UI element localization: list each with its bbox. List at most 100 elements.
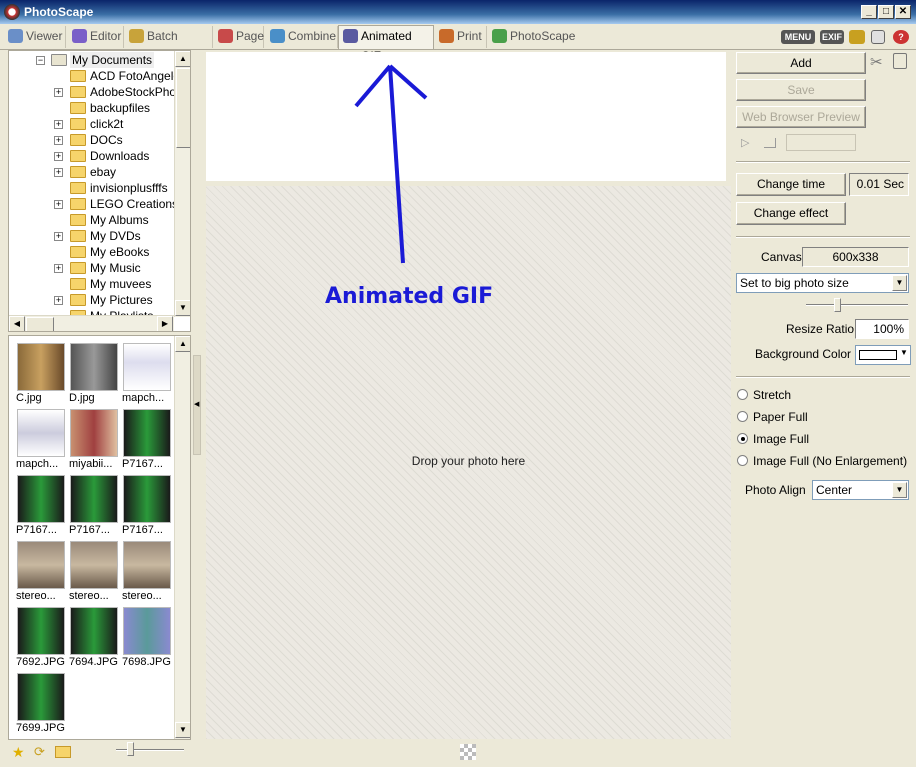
tree-item[interactable]: My eBooks xyxy=(9,244,174,260)
exif-button[interactable]: EXIF xyxy=(820,30,844,44)
thumbnail-image[interactable] xyxy=(17,409,65,457)
scroll-thumb[interactable] xyxy=(176,68,190,148)
maximize-button[interactable]: □ xyxy=(878,5,894,19)
folder-tree[interactable]: − My Documents ACD FotoAngelo + AdobeStock… xyxy=(8,50,191,332)
refresh-icon[interactable]: ⟳ xyxy=(34,744,45,760)
chevron-down-icon[interactable]: ▼ xyxy=(892,482,907,498)
add-button[interactable]: Add xyxy=(736,52,866,74)
expand-icon[interactable]: + xyxy=(54,200,63,209)
tree-root[interactable]: − My Documents xyxy=(9,52,169,68)
tree-item[interactable]: + AdobeStockPho xyxy=(9,84,176,100)
title-bar[interactable]: PhotoScape _ □ ✕ xyxy=(0,0,916,24)
scroll-up-arrow-icon[interactable]: ▲ xyxy=(175,51,190,67)
thumb-size-slider-handle[interactable] xyxy=(127,742,134,756)
thumbnail-image[interactable] xyxy=(123,409,171,457)
trash-icon[interactable] xyxy=(893,53,907,69)
tree-item[interactable]: + click2t xyxy=(9,116,174,132)
expand-icon[interactable]: + xyxy=(54,88,63,97)
copy-icon[interactable] xyxy=(871,30,885,44)
camera-icon[interactable] xyxy=(849,30,865,44)
thumbnail-image[interactable] xyxy=(123,607,171,655)
tab-batch-editor[interactable]: Batch Editor xyxy=(125,26,213,63)
change-effect-button[interactable]: Change effect xyxy=(736,202,846,225)
thumbs-vertical-scrollbar[interactable]: ▲ ▼ xyxy=(174,336,190,739)
resize-ratio-input[interactable]: 100% xyxy=(855,319,909,339)
scissors-icon[interactable]: ✂ xyxy=(870,53,883,71)
thumbnail-image[interactable] xyxy=(70,541,118,589)
tree-horizontal-scrollbar[interactable]: ◀ ▶ xyxy=(9,315,174,331)
tree-item[interactable]: + ebay xyxy=(9,164,174,180)
tree-item[interactable]: + My Pictures xyxy=(9,292,174,308)
panel-splitter[interactable]: ◀ xyxy=(193,355,201,455)
size-mode-select[interactable]: Set to big photo size ▼ xyxy=(736,273,909,293)
change-time-button[interactable]: Change time xyxy=(736,173,846,196)
size-slider[interactable] xyxy=(806,304,908,306)
play-icon[interactable]: ▷ xyxy=(741,136,749,149)
tab-page[interactable]: Page xyxy=(214,26,264,48)
open-folder-icon[interactable] xyxy=(55,746,71,758)
tree-item[interactable]: + My DVDs xyxy=(9,228,174,244)
photo-align-select[interactable]: Center ▼ xyxy=(812,480,909,500)
thumbnail-image[interactable] xyxy=(17,673,65,721)
save-button[interactable]: Save xyxy=(736,79,866,101)
thumbnail-image[interactable] xyxy=(123,343,171,391)
fit-option-label[interactable]: Image Full xyxy=(753,432,809,446)
fit-option-label[interactable]: Stretch xyxy=(753,388,791,402)
fit-option-radio[interactable] xyxy=(737,433,748,444)
expand-icon[interactable]: + xyxy=(54,120,63,129)
expand-icon[interactable]: + xyxy=(54,296,63,305)
chevron-down-icon[interactable]: ▼ xyxy=(892,275,907,291)
thumbnail-image[interactable] xyxy=(70,409,118,457)
fit-option-radio[interactable] xyxy=(737,455,748,466)
tab-viewer[interactable]: Viewer xyxy=(4,26,66,48)
expand-icon[interactable]: + xyxy=(54,264,63,273)
thumbnail-image[interactable] xyxy=(17,607,65,655)
thumbnail-image[interactable] xyxy=(70,607,118,655)
scroll-down-arrow-icon[interactable]: ▼ xyxy=(175,300,190,316)
thumbnail-image[interactable] xyxy=(17,541,65,589)
background-color-picker[interactable]: ▼ xyxy=(855,345,911,365)
expand-icon[interactable]: + xyxy=(54,136,63,145)
thumbnail-panel[interactable]: C.jpg D.jpg mapch... mapch... miyabii... P716… xyxy=(8,335,191,740)
close-button[interactable]: ✕ xyxy=(895,5,911,19)
tree-item[interactable]: + My Music xyxy=(9,260,174,276)
minimize-button[interactable]: _ xyxy=(861,5,877,19)
fit-option-radio[interactable] xyxy=(737,411,748,422)
tab-combine[interactable]: Combine xyxy=(266,26,338,48)
hscroll-thumb[interactable] xyxy=(26,317,54,331)
tree-item[interactable]: backupfiles xyxy=(9,100,174,116)
photo-drop-area[interactable]: Drop your photo here xyxy=(206,186,731,739)
tab-editor[interactable]: Editor xyxy=(68,26,124,48)
fit-option-radio[interactable] xyxy=(737,389,748,400)
fit-option-label[interactable]: Paper Full xyxy=(753,410,808,424)
stop-icon[interactable] xyxy=(764,138,776,148)
collapse-icon[interactable]: − xyxy=(36,56,45,65)
frame-strip[interactable] xyxy=(206,52,726,181)
thumbnail-image[interactable] xyxy=(17,343,65,391)
expand-icon[interactable]: + xyxy=(54,168,63,177)
scroll-down-arrow-icon[interactable]: ▼ xyxy=(175,722,190,738)
tree-item[interactable]: ACD FotoAngelo xyxy=(9,68,180,84)
chevron-down-icon[interactable]: ▼ xyxy=(900,348,908,357)
help-icon[interactable]: ? xyxy=(893,30,909,44)
thumbnail-image[interactable] xyxy=(70,343,118,391)
star-icon[interactable]: ★ xyxy=(12,744,25,761)
tree-item[interactable]: My muvees xyxy=(9,276,174,292)
thumbnail-image[interactable] xyxy=(123,475,171,523)
thumbnail-image[interactable] xyxy=(123,541,171,589)
fit-option-label[interactable]: Image Full (No Enlargement) xyxy=(753,454,907,468)
tree-item[interactable]: + LEGO Creations xyxy=(9,196,178,212)
tree-item[interactable]: + DOCs xyxy=(9,132,174,148)
thumbnail-image[interactable] xyxy=(70,475,118,523)
tab-print[interactable]: Print xyxy=(435,26,487,48)
transparency-icon[interactable] xyxy=(460,744,476,760)
expand-icon[interactable]: + xyxy=(54,232,63,241)
tree-vertical-scrollbar[interactable]: ▲ ▼ xyxy=(174,51,190,317)
tab-animated-gif[interactable]: Animated GIF xyxy=(338,25,434,63)
scroll-up-arrow-icon[interactable]: ▲ xyxy=(175,336,190,352)
thumbnail-image[interactable] xyxy=(17,475,65,523)
tree-item[interactable]: My Albums xyxy=(9,212,174,228)
tree-item[interactable]: + Downloads xyxy=(9,148,174,164)
scroll-right-arrow-icon[interactable]: ▶ xyxy=(157,316,173,331)
expand-icon[interactable]: + xyxy=(54,152,63,161)
